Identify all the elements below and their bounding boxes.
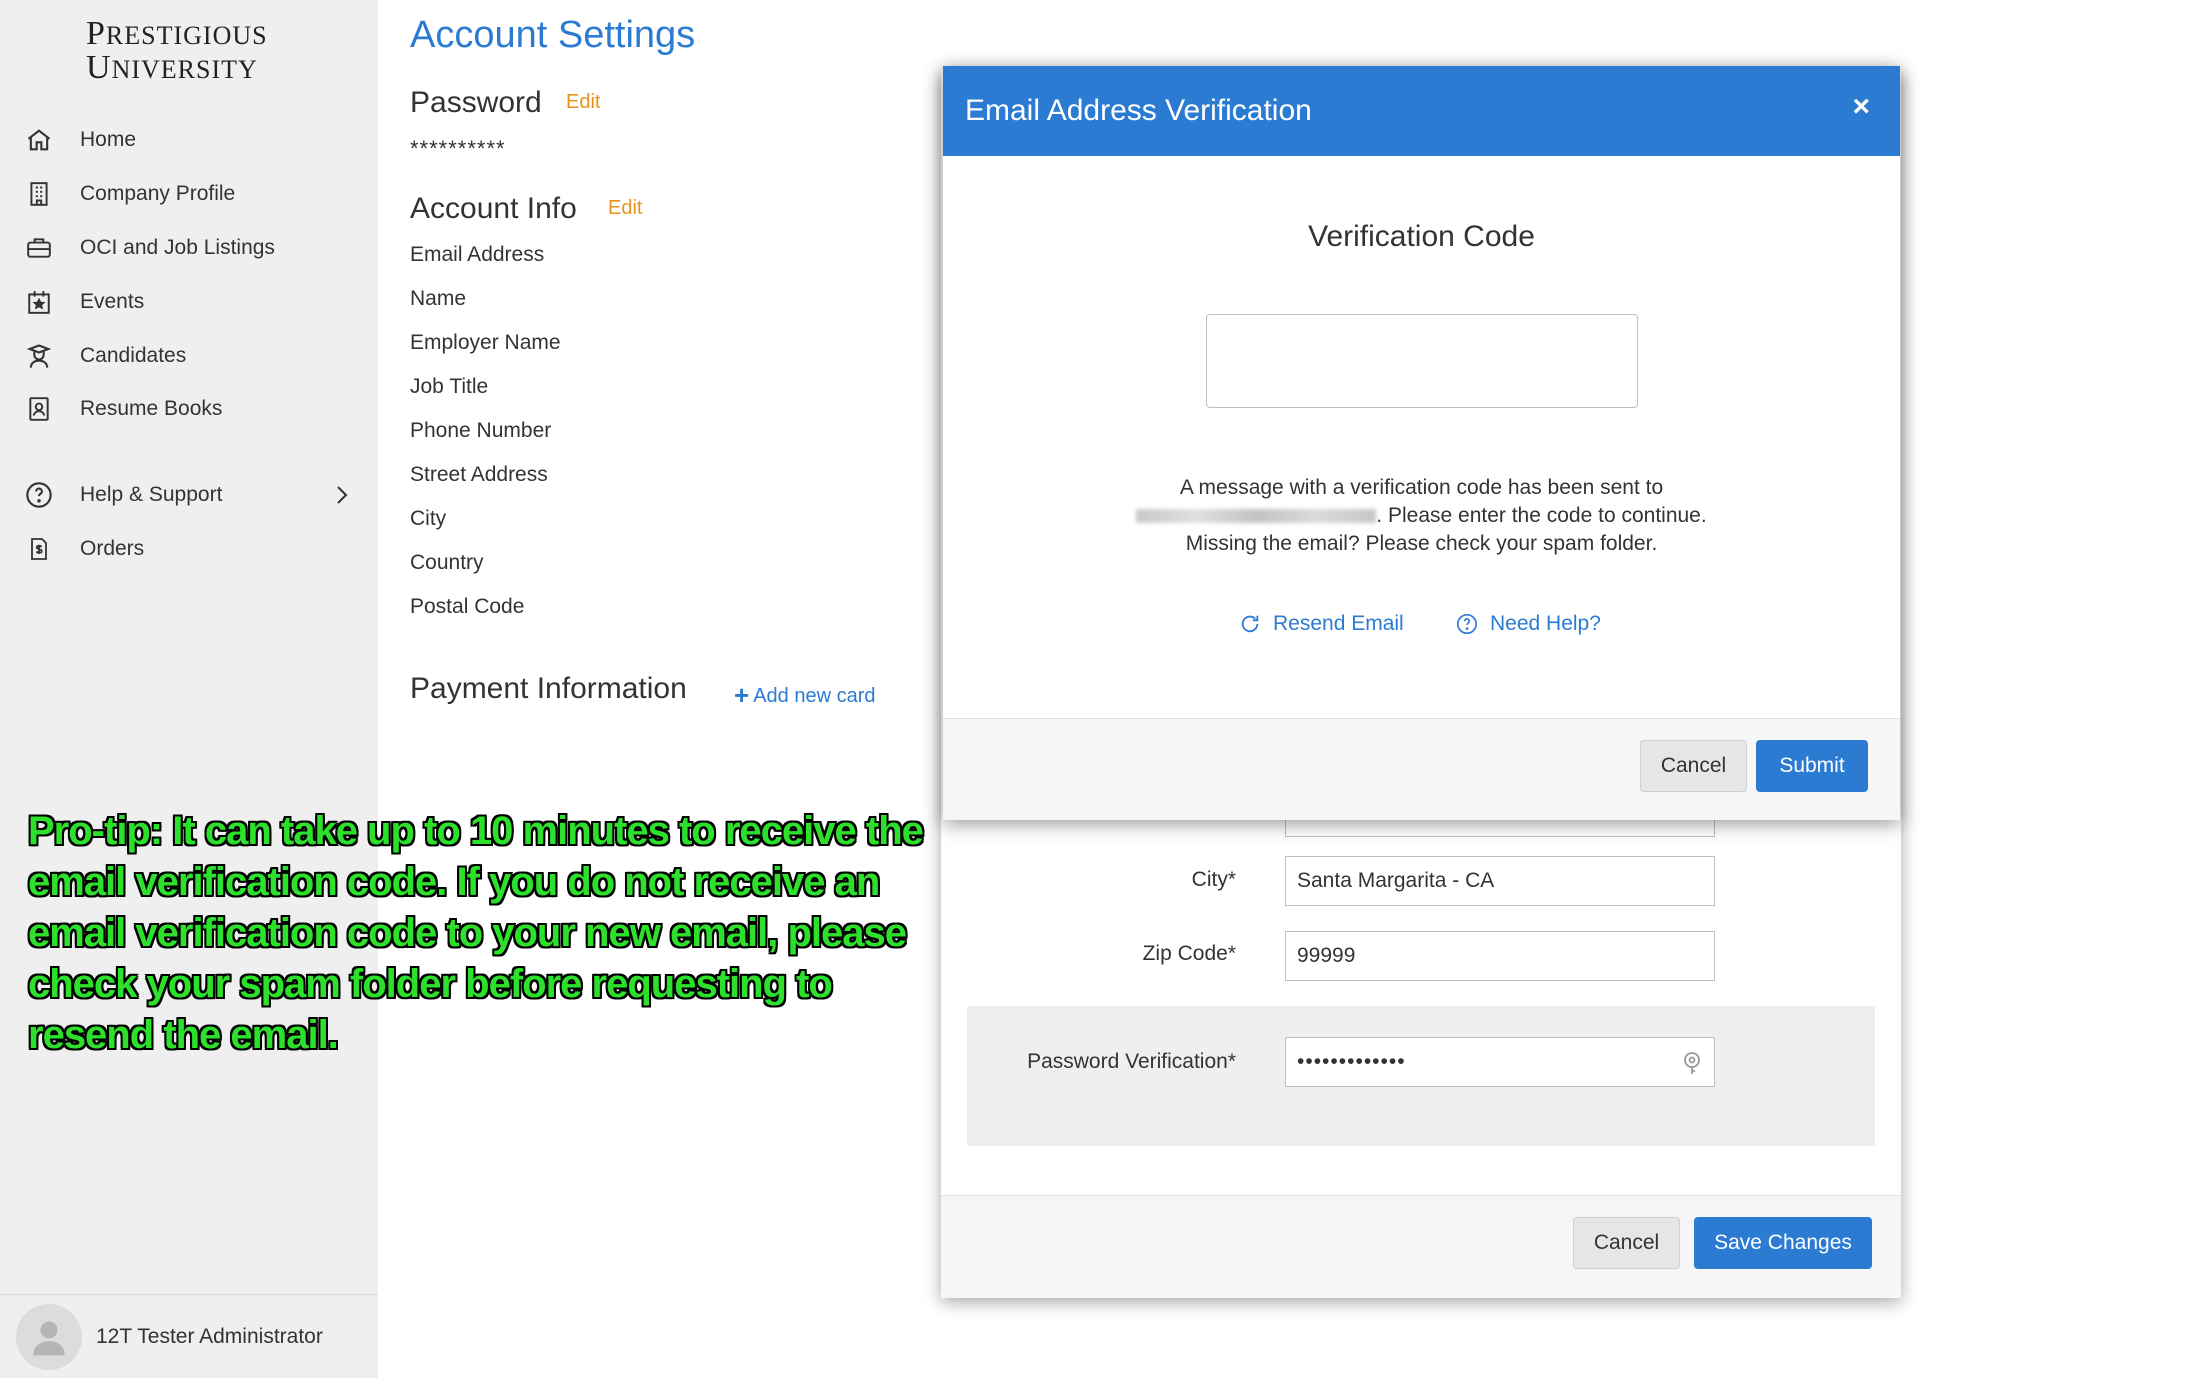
- message-line-2-text: . Please enter the code to continue.: [1376, 504, 1707, 527]
- message-line-2: . Please enter the code to continue.: [943, 502, 1900, 530]
- plus-icon: +: [734, 680, 750, 710]
- logo-line-1: PRESTIGIOUS: [86, 15, 268, 52]
- add-card-label: Add new card: [753, 685, 876, 707]
- city-input[interactable]: Santa Margarita - CA: [1285, 856, 1715, 906]
- redacted-email: [1136, 509, 1377, 524]
- sidebar-item-label: Candidates: [80, 344, 187, 367]
- user-name: 12T Tester Administrator: [96, 1324, 323, 1348]
- chevron-right-icon: [332, 483, 352, 512]
- question-circle-icon: [22, 478, 56, 512]
- question-circle-icon: [1457, 614, 1477, 634]
- page-title: Account Settings: [410, 14, 696, 56]
- sidebar-item-label: OCI and Job Listings: [80, 236, 275, 259]
- submit-button[interactable]: Submit: [1756, 740, 1868, 792]
- sidebar-item-label: Company Profile: [80, 182, 236, 205]
- sidebar: PRESTIGIOUS UNIVERSITY Home Company Prof…: [0, 0, 378, 1378]
- account-info-section-title: Account Info: [410, 192, 577, 225]
- field-label-street: Street Address: [410, 463, 548, 486]
- sidebar-item-help-support[interactable]: Help & Support: [22, 475, 352, 515]
- graduate-icon: [22, 339, 56, 373]
- sidebar-item-oci-job-listings[interactable]: OCI and Job Listings: [22, 228, 352, 268]
- verification-modal-footer: Cancel Submit: [943, 718, 1900, 820]
- password-mask: **********: [410, 136, 506, 161]
- field-label-employer: Employer Name: [410, 331, 561, 354]
- sidebar-item-candidates[interactable]: Candidates: [22, 336, 352, 376]
- need-help-link[interactable]: Need Help?: [1456, 612, 1601, 636]
- verification-code-heading: Verification Code: [1308, 220, 1535, 253]
- user-profile[interactable]: 12T Tester Administrator: [0, 1294, 378, 1378]
- close-icon[interactable]: ×: [1852, 90, 1870, 124]
- modal-header: Email Address Verification ×: [943, 66, 1900, 156]
- save-changes-button[interactable]: Save Changes: [1694, 1217, 1872, 1269]
- sidebar-item-orders[interactable]: Orders: [22, 529, 352, 569]
- home-icon: [22, 123, 56, 157]
- edit-account-info-link[interactable]: Edit: [608, 197, 642, 220]
- field-label-job-title: Job Title: [410, 375, 489, 398]
- zip-code-input[interactable]: 99999: [1285, 931, 1715, 981]
- resend-email-label: Resend Email: [1273, 612, 1404, 635]
- sidebar-item-company-profile[interactable]: Company Profile: [22, 174, 352, 214]
- payment-section-title: Payment Information: [410, 672, 687, 705]
- field-label-name: Name: [410, 287, 467, 310]
- sidebar-item-label: Orders: [80, 537, 145, 560]
- receipt-icon: [22, 532, 56, 566]
- contact-book-icon: [22, 392, 56, 426]
- need-help-label: Need Help?: [1490, 612, 1601, 635]
- zip-code-label: Zip Code*: [1142, 942, 1236, 965]
- verification-code-input[interactable]: [1206, 314, 1638, 408]
- email-verification-modal: Email Address Verification × Verificatio…: [943, 66, 1900, 820]
- resend-email-link[interactable]: Resend Email: [1239, 612, 1404, 636]
- modal-title: Email Address Verification: [965, 94, 1312, 127]
- sidebar-item-label: Resume Books: [80, 397, 223, 420]
- field-label-phone: Phone Number: [410, 419, 552, 442]
- sidebar-item-label: Events: [80, 290, 145, 313]
- field-label-country: Country: [410, 551, 484, 574]
- building-icon: [22, 177, 56, 211]
- cancel-button[interactable]: Cancel: [1640, 740, 1747, 792]
- sidebar-item-label: Home: [80, 128, 137, 151]
- logo-line-2: UNIVERSITY: [86, 49, 258, 86]
- field-label-email: Email Address: [410, 243, 545, 266]
- password-verification-input[interactable]: •••••••••••••: [1285, 1037, 1715, 1087]
- password-verification-label: Password Verification*: [1027, 1050, 1236, 1073]
- sidebar-item-events[interactable]: Events: [22, 282, 352, 322]
- message-line-3: Missing the email? Please check your spa…: [1185, 532, 1658, 555]
- calendar-icon: [22, 285, 56, 319]
- cancel-button[interactable]: Cancel: [1573, 1217, 1680, 1269]
- city-label: City*: [1191, 868, 1236, 891]
- add-new-card-link[interactable]: + Add new card: [734, 680, 875, 711]
- edit-password-link[interactable]: Edit: [566, 91, 600, 114]
- verification-message: A message with a verification code has b…: [943, 474, 1900, 558]
- field-label-postal: Postal Code: [410, 595, 525, 618]
- key-icon[interactable]: [1680, 1050, 1704, 1082]
- sidebar-item-resume-books[interactable]: Resume Books: [22, 389, 352, 429]
- password-section-title: Password: [410, 86, 542, 119]
- pro-tip-annotation: Pro-tip: It can take up to 10 minutes to…: [28, 809, 924, 1057]
- refresh-icon: [1241, 615, 1259, 633]
- sidebar-item-label: Help & Support: [80, 483, 223, 506]
- avatar: [16, 1303, 82, 1370]
- sidebar-item-home[interactable]: Home: [22, 120, 352, 160]
- field-label-city: City: [410, 507, 447, 530]
- password-value: •••••••••••••: [1297, 1050, 1406, 1073]
- university-logo[interactable]: PRESTIGIOUS UNIVERSITY: [86, 15, 268, 86]
- briefcase-icon: [22, 231, 56, 265]
- message-line-1: A message with a verification code has b…: [1179, 476, 1664, 499]
